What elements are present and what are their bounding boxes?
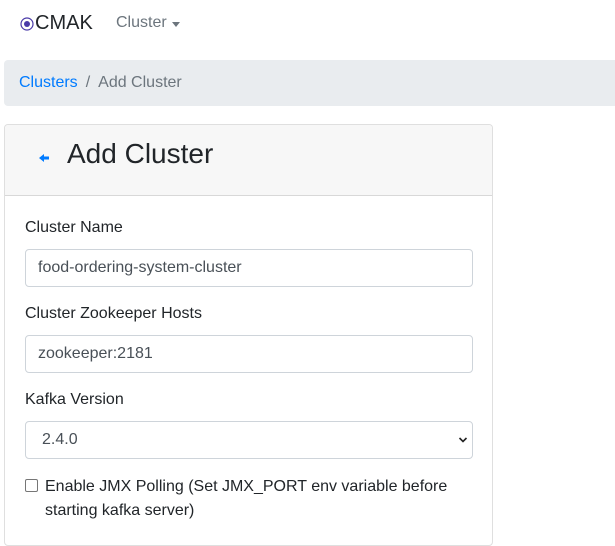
caret-down-icon bbox=[171, 21, 180, 27]
jmx-polling-row: Enable JMX Polling (Set JMX_PORT env var… bbox=[25, 475, 465, 523]
arrow-left-icon[interactable] bbox=[37, 151, 51, 165]
page-title: Add Cluster bbox=[67, 138, 214, 169]
radio-target-icon bbox=[20, 17, 34, 31]
card-header: Add Cluster bbox=[5, 125, 492, 196]
add-cluster-card: Add Cluster Cluster Name food-ordering-s… bbox=[4, 124, 493, 546]
cluster-name-label: Cluster Name bbox=[25, 219, 123, 236]
cluster-menu-label: Cluster bbox=[116, 14, 167, 31]
cluster-name-value: food-ordering-system-cluster bbox=[38, 259, 242, 276]
jmx-polling-checkbox[interactable] bbox=[25, 479, 38, 492]
breadcrumb-separator: / bbox=[85, 74, 91, 91]
kafka-version-label: Kafka Version bbox=[25, 391, 124, 408]
zookeeper-hosts-label: Cluster Zookeeper Hosts bbox=[25, 305, 202, 322]
kafka-version-select[interactable]: 2.4.0 bbox=[25, 421, 473, 459]
zookeeper-hosts-value: zookeeper:2181 bbox=[38, 345, 153, 362]
kafka-version-selected: 2.4.0 bbox=[42, 431, 78, 448]
zookeeper-hosts-input[interactable]: zookeeper:2181 bbox=[25, 335, 473, 373]
brand-label: CMAK bbox=[35, 12, 93, 34]
breadcrumb-current: Add Cluster bbox=[98, 74, 182, 91]
jmx-polling-label: Enable JMX Polling (Set JMX_PORT env var… bbox=[45, 478, 448, 519]
brand-link[interactable]: CMAK bbox=[20, 12, 93, 35]
navbar: CMAK Cluster bbox=[0, 0, 615, 48]
chevron-down-icon bbox=[458, 437, 468, 443]
cluster-name-input[interactable]: food-ordering-system-cluster bbox=[25, 249, 473, 287]
breadcrumb: Clusters / Add Cluster bbox=[4, 60, 615, 106]
cluster-menu-dropdown[interactable]: Cluster bbox=[116, 14, 180, 32]
breadcrumb-link-clusters[interactable]: Clusters bbox=[19, 74, 78, 92]
